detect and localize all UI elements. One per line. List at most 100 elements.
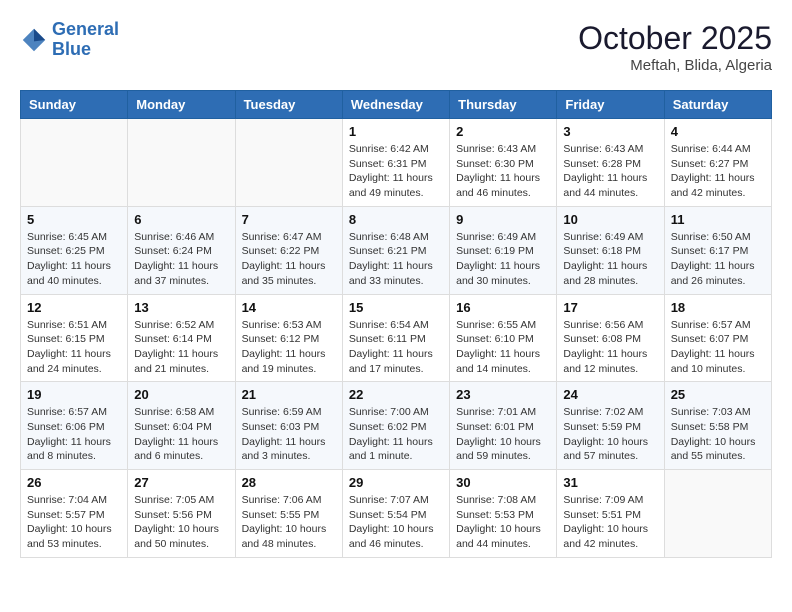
day-number: 31 [563,475,657,490]
calendar-day-cell: 3Sunrise: 6:43 AMSunset: 6:28 PMDaylight… [557,119,664,207]
day-number: 22 [349,387,443,402]
day-number: 13 [134,300,228,315]
logo-line2: Blue [52,39,91,59]
day-info: Sunrise: 7:07 AMSunset: 5:54 PMDaylight:… [349,493,443,552]
calendar-week-row: 5Sunrise: 6:45 AMSunset: 6:25 PMDaylight… [21,206,772,294]
day-info: Sunrise: 6:56 AMSunset: 6:08 PMDaylight:… [563,318,657,377]
day-info: Sunrise: 7:05 AMSunset: 5:56 PMDaylight:… [134,493,228,552]
day-number: 16 [456,300,550,315]
day-number: 3 [563,124,657,139]
calendar-day-cell: 17 Sunrise: 6:56 AMSunset: 6:08 PMDayligh… [557,294,664,382]
day-number: 14 [242,300,336,315]
weekday-header: Saturday [664,91,771,119]
day-number: 23 [456,387,550,402]
day-number: 25 [671,387,765,402]
day-number: 30 [456,475,550,490]
calendar-header-row: SundayMondayTuesdayWednesdayThursdayFrid… [21,91,772,119]
day-info: Sunrise: 6:47 AMSunset: 6:22 PMDaylight:… [242,230,336,289]
day-number: 18 [671,300,765,315]
weekday-header: Wednesday [342,91,449,119]
page-title: October 2025 [578,20,772,57]
day-info: Sunrise: 6:57 AMSunset: 6:06 PMDaylight:… [27,405,121,464]
day-number: 5 [27,212,121,227]
day-info: Sunrise: 6:50 AMSunset: 6:17 PMDaylight:… [671,230,765,289]
calendar-day-cell: 7 Sunrise: 6:47 AMSunset: 6:22 PMDaylight… [235,206,342,294]
calendar-day-cell [21,119,128,207]
day-info: Sunrise: 6:54 AMSunset: 6:11 PMDaylight:… [349,318,443,377]
logo-icon [20,26,48,54]
day-info: Sunrise: 6:42 AMSunset: 6:31 PMDaylight:… [349,142,443,201]
calendar-day-cell: 25 Sunrise: 7:03 AMSunset: 5:58 PMDayligh… [664,382,771,470]
logo-line1: General [52,19,119,39]
day-info: Sunrise: 6:55 AMSunset: 6:10 PMDaylight:… [456,318,550,377]
day-info: Sunrise: 6:51 AMSunset: 6:15 PMDaylight:… [27,318,121,377]
calendar-day-cell: 8 Sunrise: 6:48 AMSunset: 6:21 PMDaylight… [342,206,449,294]
page-subtitle: Meftah, Blida, Algeria [578,57,772,74]
calendar-day-cell: 29Sunrise: 7:07 AMSunset: 5:54 PMDayligh… [342,470,449,558]
day-number: 26 [27,475,121,490]
page-header: General Blue October 2025 Meftah, Blida,… [20,20,772,74]
day-number: 27 [134,475,228,490]
weekday-header: Thursday [450,91,557,119]
day-number: 28 [242,475,336,490]
day-info: Sunrise: 7:06 AMSunset: 5:55 PMDaylight:… [242,493,336,552]
day-info: Sunrise: 7:03 AMSunset: 5:58 PMDaylight:… [671,405,765,464]
day-number: 4 [671,124,765,139]
calendar-day-cell: 24 Sunrise: 7:02 AMSunset: 5:59 PMDayligh… [557,382,664,470]
calendar-day-cell: 1 Sunrise: 6:42 AMSunset: 6:31 PMDaylight… [342,119,449,207]
calendar-day-cell: 15 Sunrise: 6:54 AMSunset: 6:11 PMDayligh… [342,294,449,382]
calendar-day-cell: 9 Sunrise: 6:49 AMSunset: 6:19 PMDaylight… [450,206,557,294]
calendar-day-cell: 22 Sunrise: 7:00 AMSunset: 6:02 PMDayligh… [342,382,449,470]
calendar-day-cell: 6 Sunrise: 6:46 AMSunset: 6:24 PMDaylight… [128,206,235,294]
calendar-week-row: 26Sunrise: 7:04 AMSunset: 5:57 PMDayligh… [21,470,772,558]
calendar-day-cell: 19 Sunrise: 6:57 AMSunset: 6:06 PMDayligh… [21,382,128,470]
weekday-header: Tuesday [235,91,342,119]
calendar-day-cell: 20 Sunrise: 6:58 AMSunset: 6:04 PMDayligh… [128,382,235,470]
day-number: 17 [563,300,657,315]
day-number: 9 [456,212,550,227]
weekday-header: Sunday [21,91,128,119]
calendar-day-cell: 28 Sunrise: 7:06 AMSunset: 5:55 PMDayligh… [235,470,342,558]
day-info: Sunrise: 7:00 AMSunset: 6:02 PMDaylight:… [349,405,443,464]
day-number: 24 [563,387,657,402]
calendar-day-cell: 16 Sunrise: 6:55 AMSunset: 6:10 PMDayligh… [450,294,557,382]
calendar-day-cell [235,119,342,207]
day-number: 11 [671,212,765,227]
day-number: 6 [134,212,228,227]
day-info: Sunrise: 7:09 AMSunset: 5:51 PMDaylight:… [563,493,657,552]
day-info: Sunrise: 7:02 AMSunset: 5:59 PMDaylight:… [563,405,657,464]
day-number: 10 [563,212,657,227]
calendar-day-cell: 27 Sunrise: 7:05 AMSunset: 5:56 PMDayligh… [128,470,235,558]
day-number: 7 [242,212,336,227]
day-info: Sunrise: 6:46 AMSunset: 6:24 PMDaylight:… [134,230,228,289]
day-number: 21 [242,387,336,402]
calendar-day-cell: 30 Sunrise: 7:08 AMSunset: 5:53 PMDayligh… [450,470,557,558]
day-number: 15 [349,300,443,315]
day-info: Sunrise: 6:48 AMSunset: 6:21 PMDaylight:… [349,230,443,289]
day-info: Sunrise: 6:49 AMSunset: 6:19 PMDaylight:… [456,230,550,289]
calendar-day-cell: 4 Sunrise: 6:44 AMSunset: 6:27 PMDaylight… [664,119,771,207]
day-number: 8 [349,212,443,227]
calendar-day-cell: 10 Sunrise: 6:49 AMSunset: 6:18 PMDayligh… [557,206,664,294]
weekday-header: Friday [557,91,664,119]
logo: General Blue [20,20,119,60]
day-info: Sunrise: 6:44 AMSunset: 6:27 PMDaylight:… [671,142,765,201]
calendar-day-cell: 31 Sunrise: 7:09 AMSunset: 5:51 PMDayligh… [557,470,664,558]
calendar-week-row: 12 Sunrise: 6:51 AMSunset: 6:15 PMDayligh… [21,294,772,382]
calendar-day-cell: 23Sunrise: 7:01 AMSunset: 6:01 PMDayligh… [450,382,557,470]
calendar-day-cell: 2Sunrise: 6:43 AMSunset: 6:30 PMDaylight… [450,119,557,207]
calendar-day-cell: 21Sunrise: 6:59 AMSunset: 6:03 PMDayligh… [235,382,342,470]
day-number: 1 [349,124,443,139]
calendar-day-cell: 18Sunrise: 6:57 AMSunset: 6:07 PMDayligh… [664,294,771,382]
day-info: Sunrise: 6:49 AMSunset: 6:18 PMDaylight:… [563,230,657,289]
calendar-day-cell: 26Sunrise: 7:04 AMSunset: 5:57 PMDayligh… [21,470,128,558]
day-number: 20 [134,387,228,402]
day-info: Sunrise: 6:53 AMSunset: 6:12 PMDaylight:… [242,318,336,377]
day-number: 19 [27,387,121,402]
day-info: Sunrise: 6:58 AMSunset: 6:04 PMDaylight:… [134,405,228,464]
day-info: Sunrise: 6:52 AMSunset: 6:14 PMDaylight:… [134,318,228,377]
day-info: Sunrise: 7:08 AMSunset: 5:53 PMDaylight:… [456,493,550,552]
day-number: 12 [27,300,121,315]
calendar-day-cell: 12 Sunrise: 6:51 AMSunset: 6:15 PMDayligh… [21,294,128,382]
title-block: October 2025 Meftah, Blida, Algeria [578,20,772,74]
